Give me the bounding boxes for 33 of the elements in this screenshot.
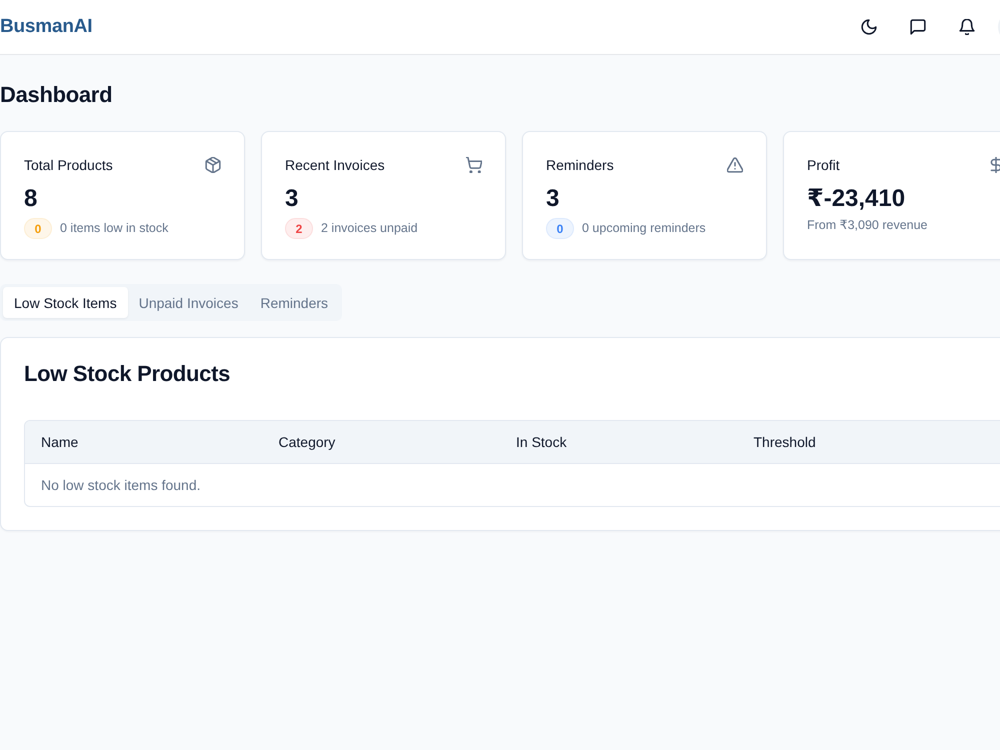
bell-icon (959, 19, 975, 35)
empty-message: No low stock items found. (41, 477, 201, 493)
card-title: Reminders (546, 157, 614, 173)
message-icon (910, 19, 926, 35)
column-header: In Stock (515, 434, 568, 450)
panel-title: Low Stock Products (24, 361, 232, 387)
column-header: Name (40, 434, 80, 450)
stat-note: 2 invoices unpaid (321, 220, 418, 237)
stat-value: 8 (24, 185, 38, 213)
column-header: Threshold (752, 434, 817, 450)
warning-icon (727, 157, 743, 173)
card-title: Recent Invoices (285, 157, 385, 173)
tab[interactable]: Unpaid Invoices (128, 287, 250, 318)
tab[interactable]: Low Stock Items (3, 287, 128, 318)
card-title: Profit (807, 157, 840, 173)
card-title: Total Products (24, 157, 113, 173)
count-badge: 0 (546, 218, 574, 239)
cart-icon (466, 157, 482, 173)
column-header: Category (278, 434, 336, 450)
package-icon (205, 157, 221, 173)
moon-icon (861, 19, 877, 35)
stat-note: 0 upcoming reminders (582, 220, 706, 237)
stat-note: 0 items low in stock (60, 220, 168, 237)
dollar-icon (988, 157, 1000, 173)
page-title: Dashboard (0, 81, 114, 108)
count-badge: 0 (24, 218, 52, 239)
stat-value: 3 (285, 185, 300, 213)
stat-value: ₹-23,410 (807, 185, 906, 213)
stat-note: From ₹3,090 revenue (807, 217, 928, 234)
count-badge: 2 (285, 218, 313, 239)
stat-value: 3 (546, 185, 560, 213)
app-logo: BusmanAI (0, 16, 92, 38)
tab[interactable]: Reminders (249, 287, 340, 318)
